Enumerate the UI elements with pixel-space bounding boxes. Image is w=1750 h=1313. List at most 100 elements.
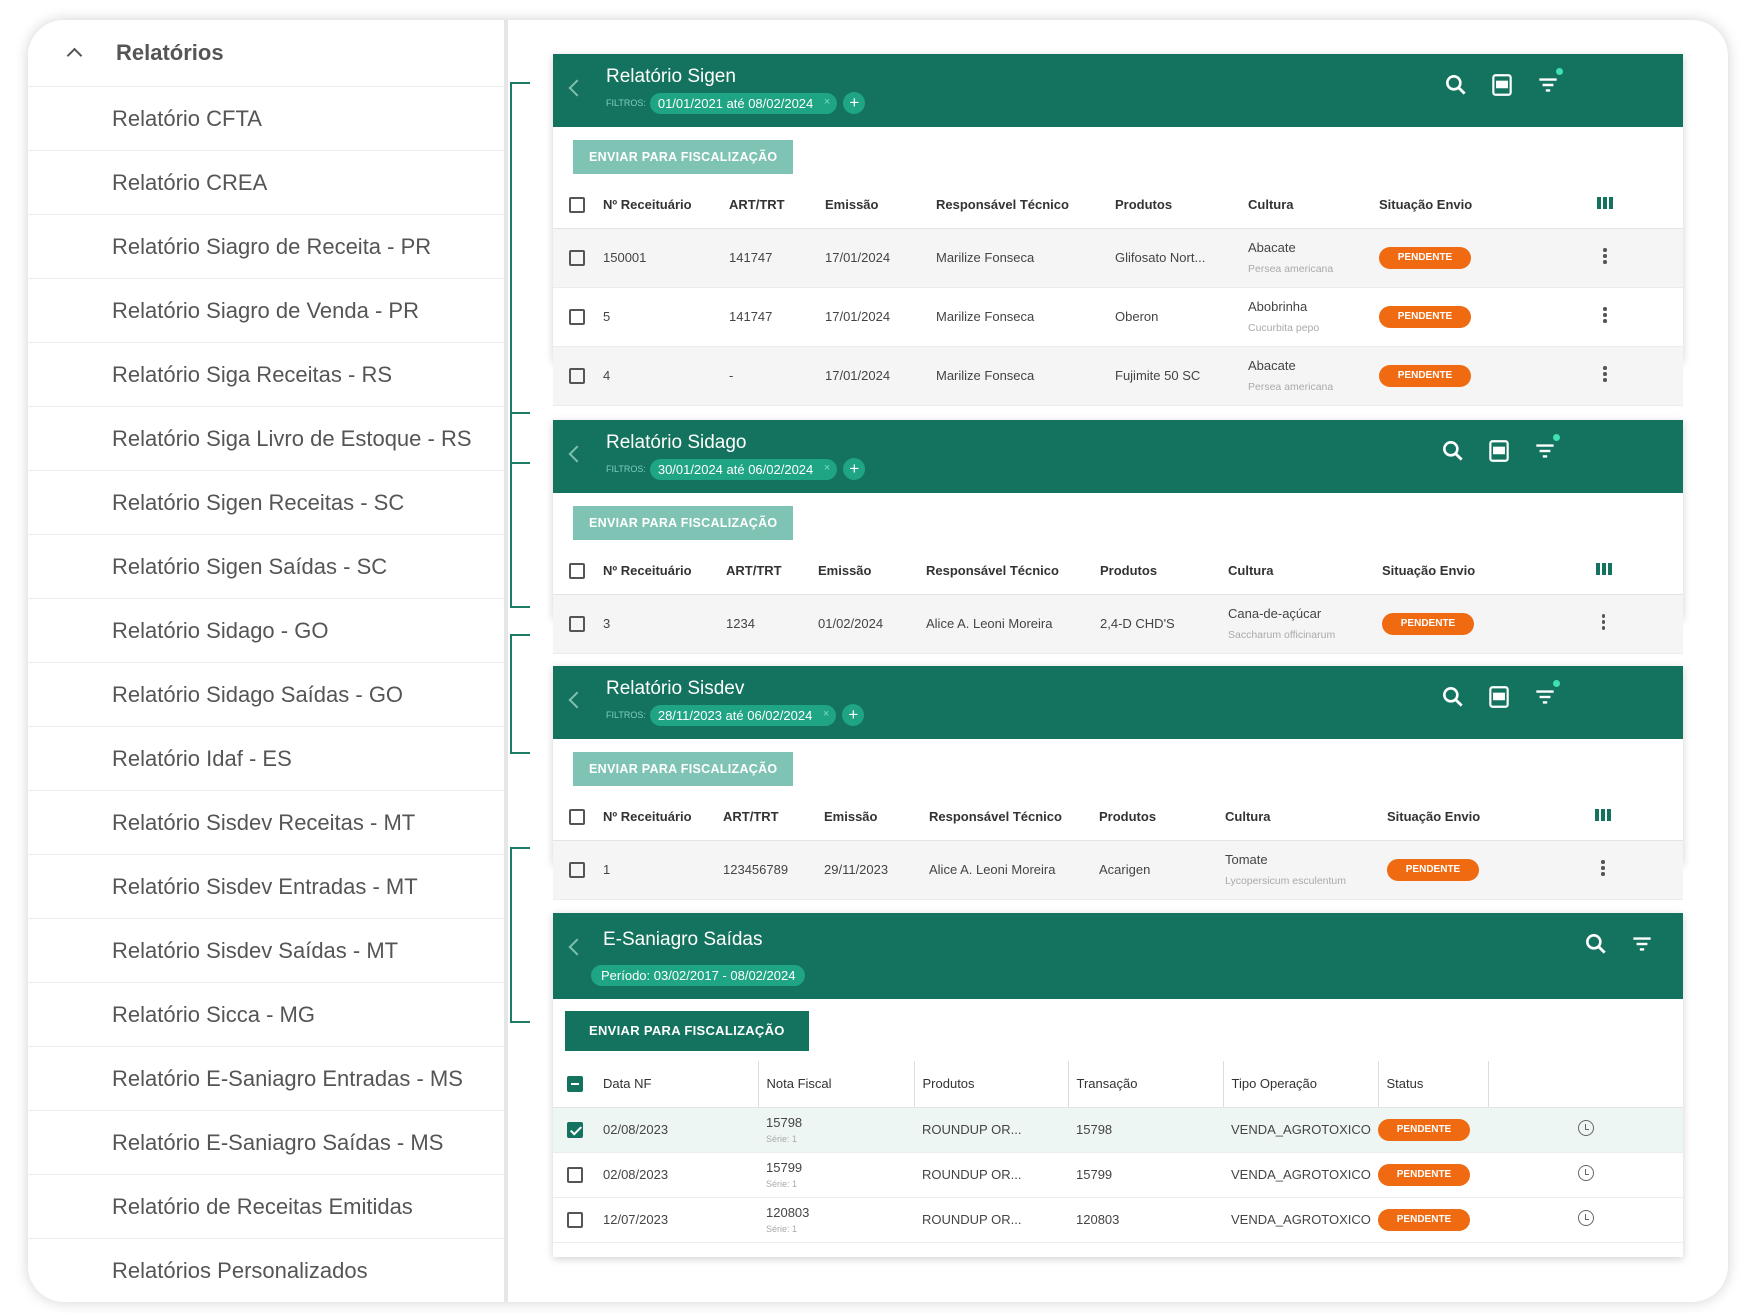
sidebar-item[interactable]: Relatório Sisdev Entradas - MT <box>28 855 504 919</box>
chevron-up-icon[interactable] <box>64 42 86 64</box>
column-header[interactable]: Produtos <box>913 1061 1068 1108</box>
column-header[interactable]: Transação <box>1067 1061 1223 1108</box>
more-vert-icon[interactable] <box>1601 860 1605 876</box>
sidebar-item[interactable]: Relatório CREA <box>28 151 504 215</box>
filter-chip[interactable]: 01/01/2021 até 08/02/2024 × <box>649 92 838 114</box>
chevron-left-icon[interactable] <box>568 79 586 97</box>
chevron-left-icon[interactable] <box>568 938 586 956</box>
row-checkbox[interactable] <box>567 1166 583 1183</box>
chevron-left-icon[interactable] <box>568 445 586 463</box>
column-header[interactable]: Situação Envio <box>1382 548 1524 595</box>
column-header[interactable]: Responsável Técnico <box>926 548 1100 595</box>
sidebar-item[interactable]: Relatório de Receitas Emitidas <box>28 1175 504 1239</box>
column-header[interactable]: Data NF <box>603 1061 758 1108</box>
row-checkbox[interactable] <box>569 308 585 325</box>
filter-icon[interactable] <box>1532 680 1560 710</box>
row-checkbox[interactable] <box>569 861 585 878</box>
row-checkbox[interactable] <box>569 615 585 632</box>
column-header[interactable]: Nota Fiscal <box>757 1061 914 1108</box>
column-header[interactable]: Status <box>1377 1061 1488 1108</box>
table-row[interactable]: 5 141747 17/01/2024 Marilize Fonseca Oberon A… <box>553 287 1683 347</box>
more-vert-icon[interactable] <box>1601 614 1606 630</box>
column-header[interactable]: Nº Receituário <box>603 794 723 841</box>
column-header[interactable]: Cultura <box>1225 794 1387 841</box>
column-header[interactable]: Emissão <box>825 182 936 229</box>
sidebar-item[interactable]: Relatório Sisdev Receitas - MT <box>28 791 504 855</box>
column-header[interactable]: Tipo Operação <box>1222 1061 1378 1108</box>
sidebar-header[interactable]: Relatórios <box>28 20 504 87</box>
sidebar-item[interactable]: Relatório Sigen Saídas - SC <box>28 535 504 599</box>
row-checkbox[interactable] <box>569 249 585 266</box>
chevron-left-icon[interactable] <box>568 691 586 709</box>
table-row[interactable]: 02/08/2023 15799 Série: 1 ROUNDUP OR... 1579… <box>553 1152 1683 1198</box>
column-header[interactable]: Emissão <box>824 794 929 841</box>
search-icon[interactable] <box>1440 684 1466 710</box>
history-icon[interactable] <box>1577 1165 1594 1181</box>
sidebar-item[interactable]: Relatório E-Saniagro Saídas - MS <box>28 1111 504 1175</box>
column-header[interactable]: Situação Envio <box>1379 182 1527 229</box>
more-vert-icon[interactable] <box>1603 248 1607 264</box>
table-row[interactable]: 150001 141747 17/01/2024 Marilize Fonseca Gl… <box>553 228 1683 288</box>
history-icon[interactable] <box>1577 1120 1594 1136</box>
filter-icon[interactable] <box>1532 434 1560 464</box>
column-header[interactable]: Emissão <box>818 548 926 595</box>
more-vert-icon[interactable] <box>1603 366 1607 382</box>
send-to-inspection-button[interactable]: ENVIAR PARA FISCALIZAÇÃO <box>565 1011 809 1051</box>
column-header[interactable]: ART/TRT <box>723 794 824 841</box>
filter-icon[interactable] <box>1535 68 1563 98</box>
sidebar-item[interactable]: Relatório E-Saniagro Entradas - MS <box>28 1047 504 1111</box>
table-row[interactable]: 4-17/01/2024 Marilize Fonseca Fujimite 50 … <box>553 346 1683 406</box>
history-icon[interactable] <box>1577 1210 1594 1226</box>
column-header[interactable]: Produtos <box>1099 794 1225 841</box>
close-icon[interactable]: × <box>824 462 830 474</box>
table-row[interactable]: 12/07/2023 120803 Série: 1 ROUNDUP OR... 120… <box>553 1197 1683 1243</box>
search-icon[interactable] <box>1440 438 1466 464</box>
table-row[interactable]: 3 1234 01/02/2024 Alice A. Leoni Moreira 2,4… <box>553 594 1683 654</box>
column-header[interactable]: Nº Receituário <box>603 182 729 229</box>
sidebar-item[interactable]: Relatório Sidago - GO <box>28 599 504 663</box>
send-to-inspection-button[interactable]: ENVIAR PARA FISCALIZAÇÃO <box>573 140 794 174</box>
row-checkbox[interactable] <box>567 1211 583 1228</box>
table-row[interactable]: 02/08/2023 15798 Série: 1 ROUNDUP OR... 1579… <box>553 1107 1683 1153</box>
close-icon[interactable]: × <box>823 708 829 720</box>
csv-icon[interactable] <box>1486 438 1512 464</box>
sidebar-item[interactable]: Relatório Sicca - MG <box>28 983 504 1047</box>
search-icon[interactable] <box>1583 931 1609 957</box>
sidebar-item[interactable]: Relatório Siga Receitas - RS <box>28 343 504 407</box>
select-all-checkbox[interactable] <box>567 1076 583 1093</box>
column-header[interactable]: Responsável Técnico <box>936 182 1115 229</box>
select-all-checkbox[interactable] <box>569 197 585 214</box>
search-icon[interactable] <box>1443 72 1469 98</box>
column-header[interactable]: Nº Receituário <box>603 548 726 595</box>
add-filter-button[interactable]: + <box>842 704 865 726</box>
columns-icon[interactable] <box>1597 197 1613 210</box>
sidebar-item[interactable]: Relatório Siga Livro de Estoque - RS <box>28 407 504 471</box>
sidebar-item[interactable]: Relatório Idaf - ES <box>28 727 504 791</box>
row-checkbox[interactable] <box>567 1121 583 1138</box>
columns-icon[interactable] <box>1595 809 1611 822</box>
close-icon[interactable]: × <box>824 96 830 108</box>
sidebar-item[interactable]: Relatório Sigen Receitas - SC <box>28 471 504 535</box>
column-header[interactable]: Situação Envio <box>1387 794 1523 841</box>
select-all-checkbox[interactable] <box>569 563 585 580</box>
period-chip[interactable]: Período: 03/02/2017 - 08/02/2024 <box>591 965 806 986</box>
column-header[interactable]: Responsável Técnico <box>929 794 1099 841</box>
csv-icon[interactable] <box>1486 684 1512 710</box>
add-filter-button[interactable]: + <box>843 92 866 114</box>
row-checkbox[interactable] <box>569 367 585 384</box>
column-header[interactable]: Produtos <box>1115 182 1248 229</box>
column-header[interactable]: ART/TRT <box>726 548 818 595</box>
sidebar-item[interactable]: Relatório Siagro de Venda - PR <box>28 279 504 343</box>
more-vert-icon[interactable] <box>1603 307 1607 323</box>
filter-chip[interactable]: 30/01/2024 até 06/02/2024 × <box>649 458 838 480</box>
sidebar-item[interactable]: Relatório Siagro de Receita - PR <box>28 215 504 279</box>
send-to-inspection-button[interactable]: ENVIAR PARA FISCALIZAÇÃO <box>573 752 794 786</box>
sidebar-item[interactable]: Relatório CFTA <box>28 87 504 151</box>
select-all-checkbox[interactable] <box>569 809 585 826</box>
sidebar-item[interactable]: Relatórios Personalizados <box>28 1239 504 1302</box>
column-header[interactable]: Produtos <box>1100 548 1228 595</box>
column-header[interactable]: Cultura <box>1248 182 1379 229</box>
sidebar-item[interactable]: Relatório Sidago Saídas - GO <box>28 663 504 727</box>
column-header[interactable]: Cultura <box>1228 548 1382 595</box>
filter-icon[interactable] <box>1629 931 1655 957</box>
